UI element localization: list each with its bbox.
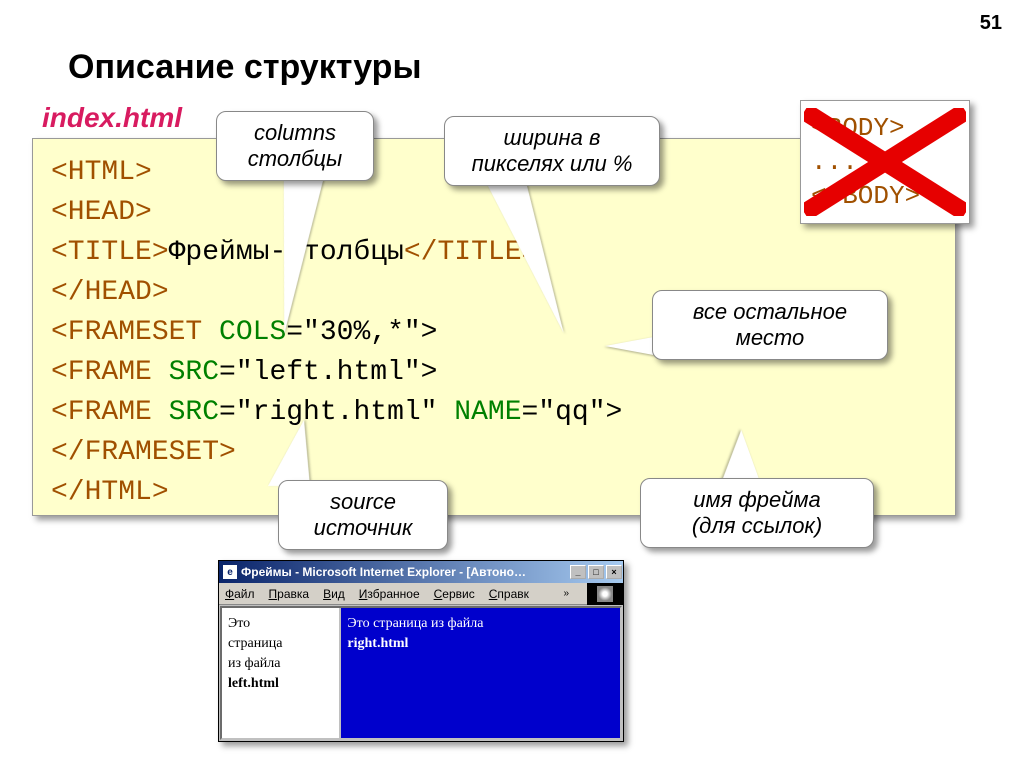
callout-text: столбцы [233,146,357,172]
callout-columns: columns столбцы [216,111,374,181]
slide-number: 51 [980,12,1002,35]
menu-view[interactable]: Вид [323,587,345,601]
close-button[interactable]: × [606,565,622,579]
menu-file[interactable]: Файл [225,587,255,601]
callout-text: ширина в [461,125,643,151]
body-tag-box: <BODY> ... </BODY> [800,100,970,224]
code-attr: NAME [437,397,521,428]
chevron-right-icon[interactable]: » [563,588,569,599]
callout-rest: все остальное место [652,290,888,360]
code-attr: SRC [152,397,219,428]
page-title: Описание структуры [68,48,421,87]
code-line: <HTML> [51,157,152,188]
callout-text: все остальное [669,299,871,325]
callout-tail [605,336,659,356]
frame-text: из файла [228,654,333,674]
code-tag: <FRAME [51,357,152,388]
browser-window: e Фреймы - Microsoft Internet Explorer -… [218,560,624,742]
code-value: ="left.html"> [219,357,437,388]
body-line: <BODY> [811,111,959,145]
code-tag: <FRAMESET [51,317,202,348]
callout-text: (для ссылок) [657,513,857,539]
menu-edit[interactable]: Правка [269,587,310,601]
filename-subtitle: index.html [42,102,182,134]
frame-right: Это страница из файла right.html [341,608,620,738]
callout-text: source [295,489,431,515]
callout-width: ширина в пикселях или % [444,116,660,186]
callout-text: место [669,325,871,351]
menu-favorites[interactable]: Избранное [359,587,420,601]
code-line: <HEAD> [51,197,152,228]
browser-menubar: Файл Правка Вид Избранное Сервис Справк … [219,583,623,605]
frame-text: Это страница из файла [347,614,614,634]
frame-left: Это страница из файла left.html [222,608,341,738]
callout-frame-name: имя фрейма (для ссылок) [640,478,874,548]
frame-filename: left.html [228,674,333,694]
code-line: <TITLE> [51,237,169,268]
frame-text: Это [228,614,333,634]
code-line: </FRAMESET> [51,437,236,468]
menu-tools[interactable]: Сервис [434,587,475,601]
code-value: ="qq"> [522,397,623,428]
ie-throbber-icon [587,583,623,605]
code-tag: <FRAME [51,397,152,428]
minimize-button[interactable]: _ [570,565,586,579]
frame-text: страница [228,634,333,654]
code-line: </HEAD> [51,277,169,308]
callout-text: имя фрейма [657,487,857,513]
ie-icon: e [223,565,237,579]
menu-help[interactable]: Справк [489,587,529,601]
callout-text: пикселях или % [461,151,643,177]
code-attr: SRC [152,357,219,388]
code-line: </HTML> [51,477,169,508]
callout-source: source источник [278,480,448,550]
callout-text: columns [233,120,357,146]
browser-content: Это страница из файла left.html Это стра… [220,606,622,740]
body-line: ... [811,145,959,179]
maximize-button[interactable]: □ [588,565,604,579]
browser-title: Фреймы - Microsoft Internet Explorer - [… [241,565,569,579]
frame-filename: right.html [347,634,614,654]
body-line: </BODY> [811,179,959,213]
browser-titlebar: e Фреймы - Microsoft Internet Explorer -… [219,561,623,583]
callout-text: источник [295,515,431,541]
